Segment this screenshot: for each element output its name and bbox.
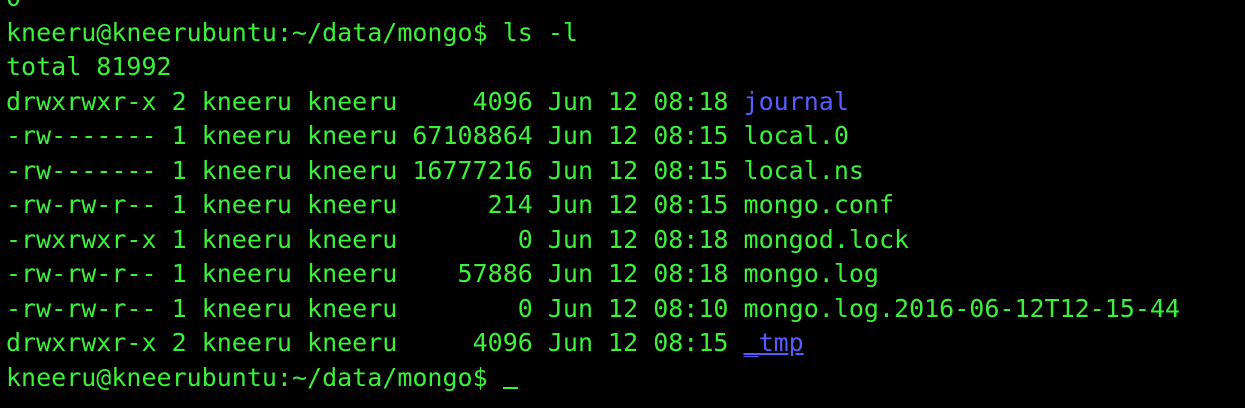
listing-row: -rw------- 1 kneeru kneeru 16777216 Jun …: [6, 154, 1245, 189]
file-name: mongod.lock: [743, 224, 910, 254]
listing-row: -rw-rw-r-- 1 kneeru kneeru 57886 Jun 12 …: [6, 257, 1245, 292]
listing-row: drwxrwxr-x 2 kneeru kneeru 4096 Jun 12 0…: [6, 326, 1245, 361]
listing-details: drwxrwxr-x 2 kneeru kneeru 4096 Jun 12 0…: [6, 328, 744, 357]
listing-details: -rw------- 1 kneeru kneeru 67108864 Jun …: [6, 121, 744, 150]
shell-prompt: kneeru@kneerubuntu:~/data/mongo$: [6, 362, 488, 392]
directory-name: journal: [743, 86, 849, 116]
listing-details: -rw------- 1 kneeru kneeru 16777216 Jun …: [6, 155, 744, 185]
listing-details: -rw-rw-r-- 1 kneeru kneeru 57886 Jun 12 …: [6, 259, 744, 288]
command-line: kneeru@kneerubuntu:~/data/mongo$ ls -l: [6, 16, 1245, 51]
active-prompt-line[interactable]: kneeru@kneerubuntu:~/data/mongo$: [6, 361, 1245, 396]
command-text: ls -l: [502, 17, 578, 47]
listing-details: drwxrwxr-x 2 kneeru kneeru 4096 Jun 12 0…: [6, 86, 744, 116]
file-name: mongo.log.2016-06-12T12-15-44: [743, 293, 1181, 323]
listing-details: -rw-rw-r-- 1 kneeru kneeru 0 Jun 12 08:1…: [6, 293, 744, 323]
listing-row: drwxrwxr-x 2 kneeru kneeru 4096 Jun 12 0…: [6, 85, 1245, 120]
terminal-output: 0 kneeru@kneerubuntu:~/data/mongo$ ls -l…: [6, 0, 1245, 395]
directory-name: _tmp: [743, 328, 804, 357]
file-name: local.ns: [743, 155, 864, 185]
file-name: mongo.log: [743, 259, 879, 288]
file-name: mongo.conf: [743, 190, 895, 219]
cursor-icon: [502, 386, 518, 389]
previous-output-line: 0: [6, 0, 1245, 16]
listing-row: -rwxrwxr-x 1 kneeru kneeru 0 Jun 12 08:1…: [6, 223, 1245, 258]
total-line: total 81992: [6, 52, 172, 81]
listing-row: -rw-rw-r-- 1 kneeru kneeru 214 Jun 12 08…: [6, 188, 1245, 223]
listing-details: -rw-rw-r-- 1 kneeru kneeru 214 Jun 12 08…: [6, 190, 744, 219]
listing-row: -rw------- 1 kneeru kneeru 67108864 Jun …: [6, 119, 1245, 154]
listing-row: -rw-rw-r-- 1 kneeru kneeru 0 Jun 12 08:1…: [6, 292, 1245, 327]
file-name: local.0: [743, 121, 849, 150]
terminal-window[interactable]: 0 kneeru@kneerubuntu:~/data/mongo$ ls -l…: [0, 0, 1245, 408]
listing-details: -rwxrwxr-x 1 kneeru kneeru 0 Jun 12 08:1…: [6, 224, 744, 254]
shell-prompt: kneeru@kneerubuntu:~/data/mongo$: [6, 17, 488, 47]
